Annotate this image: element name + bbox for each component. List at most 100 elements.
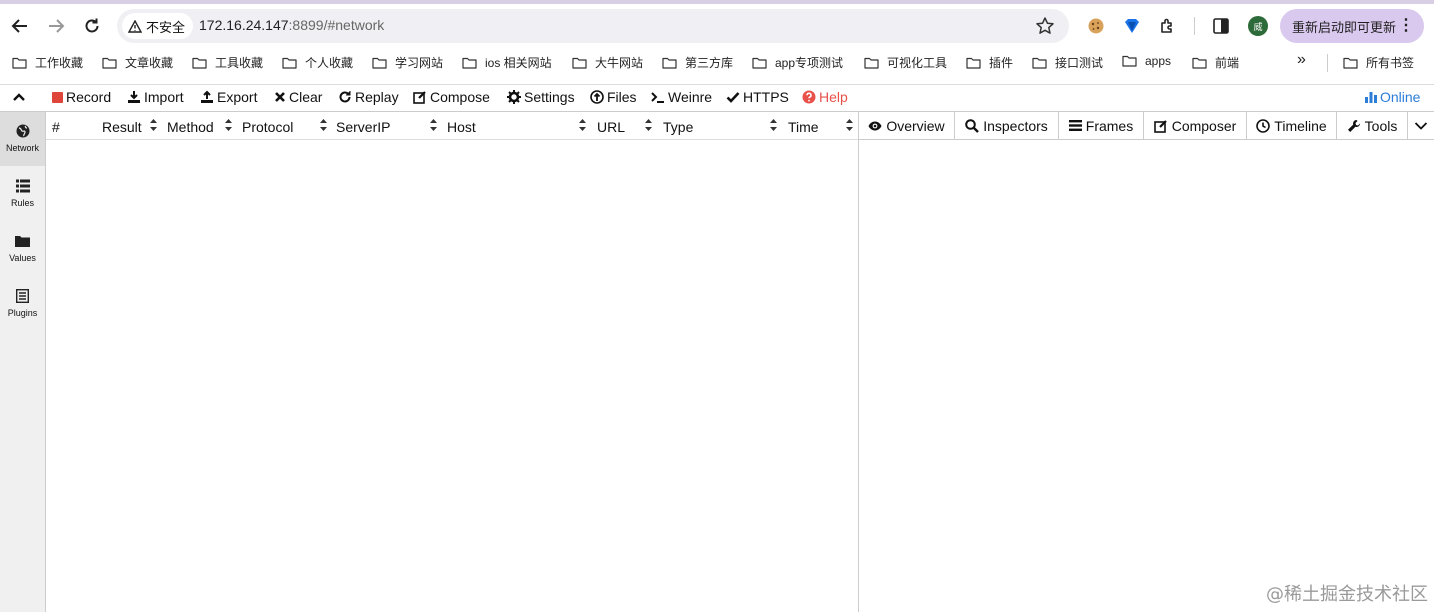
tab-tools[interactable]: Tools xyxy=(1337,112,1408,139)
bookmark-star-button[interactable] xyxy=(1035,16,1055,36)
tab-inspectors-label: Inspectors xyxy=(983,117,1048,134)
nav-plugins[interactable]: Plugins xyxy=(0,277,45,331)
bookmark-label: ios 相关网站 xyxy=(485,56,552,70)
tab-frames[interactable]: Frames xyxy=(1059,112,1144,139)
clear-button[interactable]: Clear xyxy=(274,89,322,105)
compose-button[interactable]: Compose xyxy=(413,89,490,105)
sort-icon[interactable] xyxy=(770,118,777,132)
help-button[interactable]: Help xyxy=(802,89,848,105)
bookmark-item[interactable]: 可视化工具 xyxy=(864,54,947,71)
bookmark-item[interactable]: 大牛网站 xyxy=(572,54,643,71)
sort-icon[interactable] xyxy=(320,118,327,132)
update-button-label: 重新启动即可更新 xyxy=(1292,19,1397,35)
column-method[interactable]: Method xyxy=(167,119,214,135)
nav-rules-label: Rules xyxy=(10,198,34,208)
address-bar[interactable]: 不安全 172.16.24.147:8899/#network xyxy=(117,9,1069,43)
eye-icon xyxy=(868,121,882,130)
security-chip[interactable]: 不安全 xyxy=(122,13,194,39)
table-header: # Result Method Protocol ServerIP Host U… xyxy=(46,112,858,140)
https-button[interactable]: HTTPS xyxy=(726,89,789,105)
bookmark-item[interactable]: 第三方库 xyxy=(662,54,733,71)
folder-icon xyxy=(1032,57,1047,69)
extensions-button[interactable] xyxy=(1156,14,1180,38)
chevron-down-icon xyxy=(1414,121,1428,130)
url-text[interactable]: 172.16.24.147:8899/#network xyxy=(199,17,384,33)
vue-devtools-button[interactable] xyxy=(1120,14,1144,38)
sort-icon[interactable] xyxy=(150,118,157,132)
help-label: Help xyxy=(819,89,848,105)
collapse-button[interactable] xyxy=(12,90,26,104)
tab-composer[interactable]: Composer xyxy=(1144,112,1247,139)
record-icon xyxy=(52,91,63,103)
bookmark-label: 工作收藏 xyxy=(35,56,84,70)
bookmarks-more-button[interactable]: » xyxy=(1297,51,1306,69)
back-button[interactable] xyxy=(8,14,32,38)
edit-icon xyxy=(1153,119,1167,133)
update-button[interactable]: 重新启动即可更新 ⋮ xyxy=(1280,9,1424,43)
bookmark-item[interactable]: 工作收藏 xyxy=(12,54,83,71)
column-time[interactable]: Time xyxy=(788,119,819,135)
sort-icon[interactable] xyxy=(645,118,652,132)
bar-chart-icon xyxy=(1365,92,1377,103)
tab-timeline[interactable]: Timeline xyxy=(1247,112,1337,139)
import-button[interactable]: Import xyxy=(127,89,184,105)
toolbar-separator xyxy=(1194,17,1195,35)
tab-overview[interactable]: Overview xyxy=(859,112,955,139)
tab-inspectors[interactable]: Inspectors xyxy=(955,112,1059,139)
sort-icon[interactable] xyxy=(225,118,232,132)
record-label: Record xyxy=(66,89,112,105)
online-button[interactable]: Online xyxy=(1365,89,1420,105)
bookmark-item[interactable]: 插件 xyxy=(966,54,1013,71)
settings-button[interactable]: Settings xyxy=(507,89,575,105)
bookmark-item[interactable]: 接口测试 xyxy=(1032,54,1103,71)
export-label: Export xyxy=(217,89,258,105)
details-tabs: Overview Inspectors Frames Composer Time… xyxy=(859,112,1434,140)
bookmark-item[interactable]: 学习网站 xyxy=(372,54,443,71)
clear-label: Clear xyxy=(289,89,323,105)
tabs-dropdown-button[interactable] xyxy=(1408,112,1434,139)
bookmark-item[interactable]: 文章收藏 xyxy=(102,54,173,71)
column-protocol[interactable]: Protocol xyxy=(242,119,293,135)
profile-button[interactable]: 威 xyxy=(1246,14,1270,38)
bookmark-item[interactable]: 工具收藏 xyxy=(192,54,263,71)
terminal-icon xyxy=(651,92,664,103)
tab-composer-label: Composer xyxy=(1171,117,1237,134)
nav-values[interactable]: Values xyxy=(0,222,45,276)
column-host[interactable]: Host xyxy=(447,119,476,135)
bookmark-item[interactable]: apps xyxy=(1122,54,1171,68)
column-type[interactable]: Type xyxy=(663,119,693,135)
sort-icon[interactable] xyxy=(430,118,437,132)
bookmark-item[interactable]: 个人收藏 xyxy=(282,54,353,71)
sort-icon[interactable] xyxy=(579,118,586,132)
folder-icon xyxy=(102,57,117,69)
record-button[interactable]: Record xyxy=(52,89,111,105)
column-serverip[interactable]: ServerIP xyxy=(336,119,390,135)
export-button[interactable]: Export xyxy=(200,89,257,105)
cookie-extension-button[interactable] xyxy=(1084,14,1108,38)
column-index[interactable]: # xyxy=(52,119,60,135)
nav-network[interactable]: Network xyxy=(0,112,45,166)
star-icon xyxy=(1036,17,1054,34)
all-bookmarks-button[interactable]: 所有书签 xyxy=(1343,54,1414,71)
replay-label: Replay xyxy=(355,89,399,105)
bookmark-item[interactable]: ios 相关网站 xyxy=(462,54,552,71)
app-toolbar: Record Import Export Clear Replay Compos… xyxy=(0,85,1434,112)
reload-button[interactable] xyxy=(80,14,104,38)
side-panel-button[interactable] xyxy=(1209,14,1233,38)
forward-button[interactable] xyxy=(44,14,68,38)
files-button[interactable]: Files xyxy=(590,89,637,105)
bookmark-label: 个人收藏 xyxy=(305,56,354,70)
side-nav: Network Rules Values Plugins xyxy=(0,112,46,612)
files-label: Files xyxy=(607,89,637,105)
column-result[interactable]: Result xyxy=(102,119,142,135)
column-url[interactable]: URL xyxy=(597,119,625,135)
sort-icon[interactable] xyxy=(846,118,853,132)
bookmark-item[interactable]: app专项测试 xyxy=(752,54,843,71)
gear-icon xyxy=(507,90,521,104)
nav-rules[interactable]: Rules xyxy=(0,167,45,221)
bookmark-item[interactable]: 前端 xyxy=(1192,54,1239,71)
whistle-app: Record Import Export Clear Replay Compos… xyxy=(0,85,1434,612)
replay-button[interactable]: Replay xyxy=(338,89,399,105)
weinre-button[interactable]: Weinre xyxy=(651,89,712,105)
document-icon xyxy=(16,289,29,303)
